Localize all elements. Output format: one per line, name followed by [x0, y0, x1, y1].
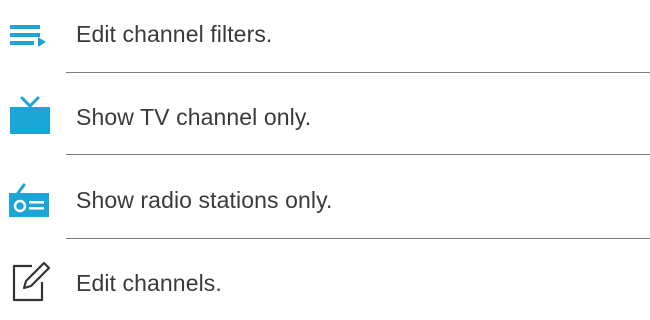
menu-item-label: Edit channels.	[76, 270, 222, 296]
menu-item-edit-channels[interactable]: Edit channels.	[0, 252, 650, 312]
edit-icon	[8, 260, 52, 304]
menu-item-label: Show TV channel only.	[76, 104, 312, 130]
divider	[66, 72, 650, 73]
tv-icon	[8, 96, 52, 140]
divider	[66, 154, 650, 155]
radio-icon	[8, 179, 52, 223]
divider	[66, 238, 650, 239]
menu-item-edit-channel-filters[interactable]: Edit channel filters.	[0, 5, 650, 65]
menu-item-label: Edit channel filters.	[76, 21, 273, 47]
filter-list-icon	[8, 13, 52, 57]
menu-item-show-tv-only[interactable]: Show TV channel only.	[0, 88, 650, 148]
menu-item-show-radio-only[interactable]: Show radio stations only.	[0, 171, 650, 231]
menu-item-label: Show radio stations only.	[76, 187, 333, 213]
